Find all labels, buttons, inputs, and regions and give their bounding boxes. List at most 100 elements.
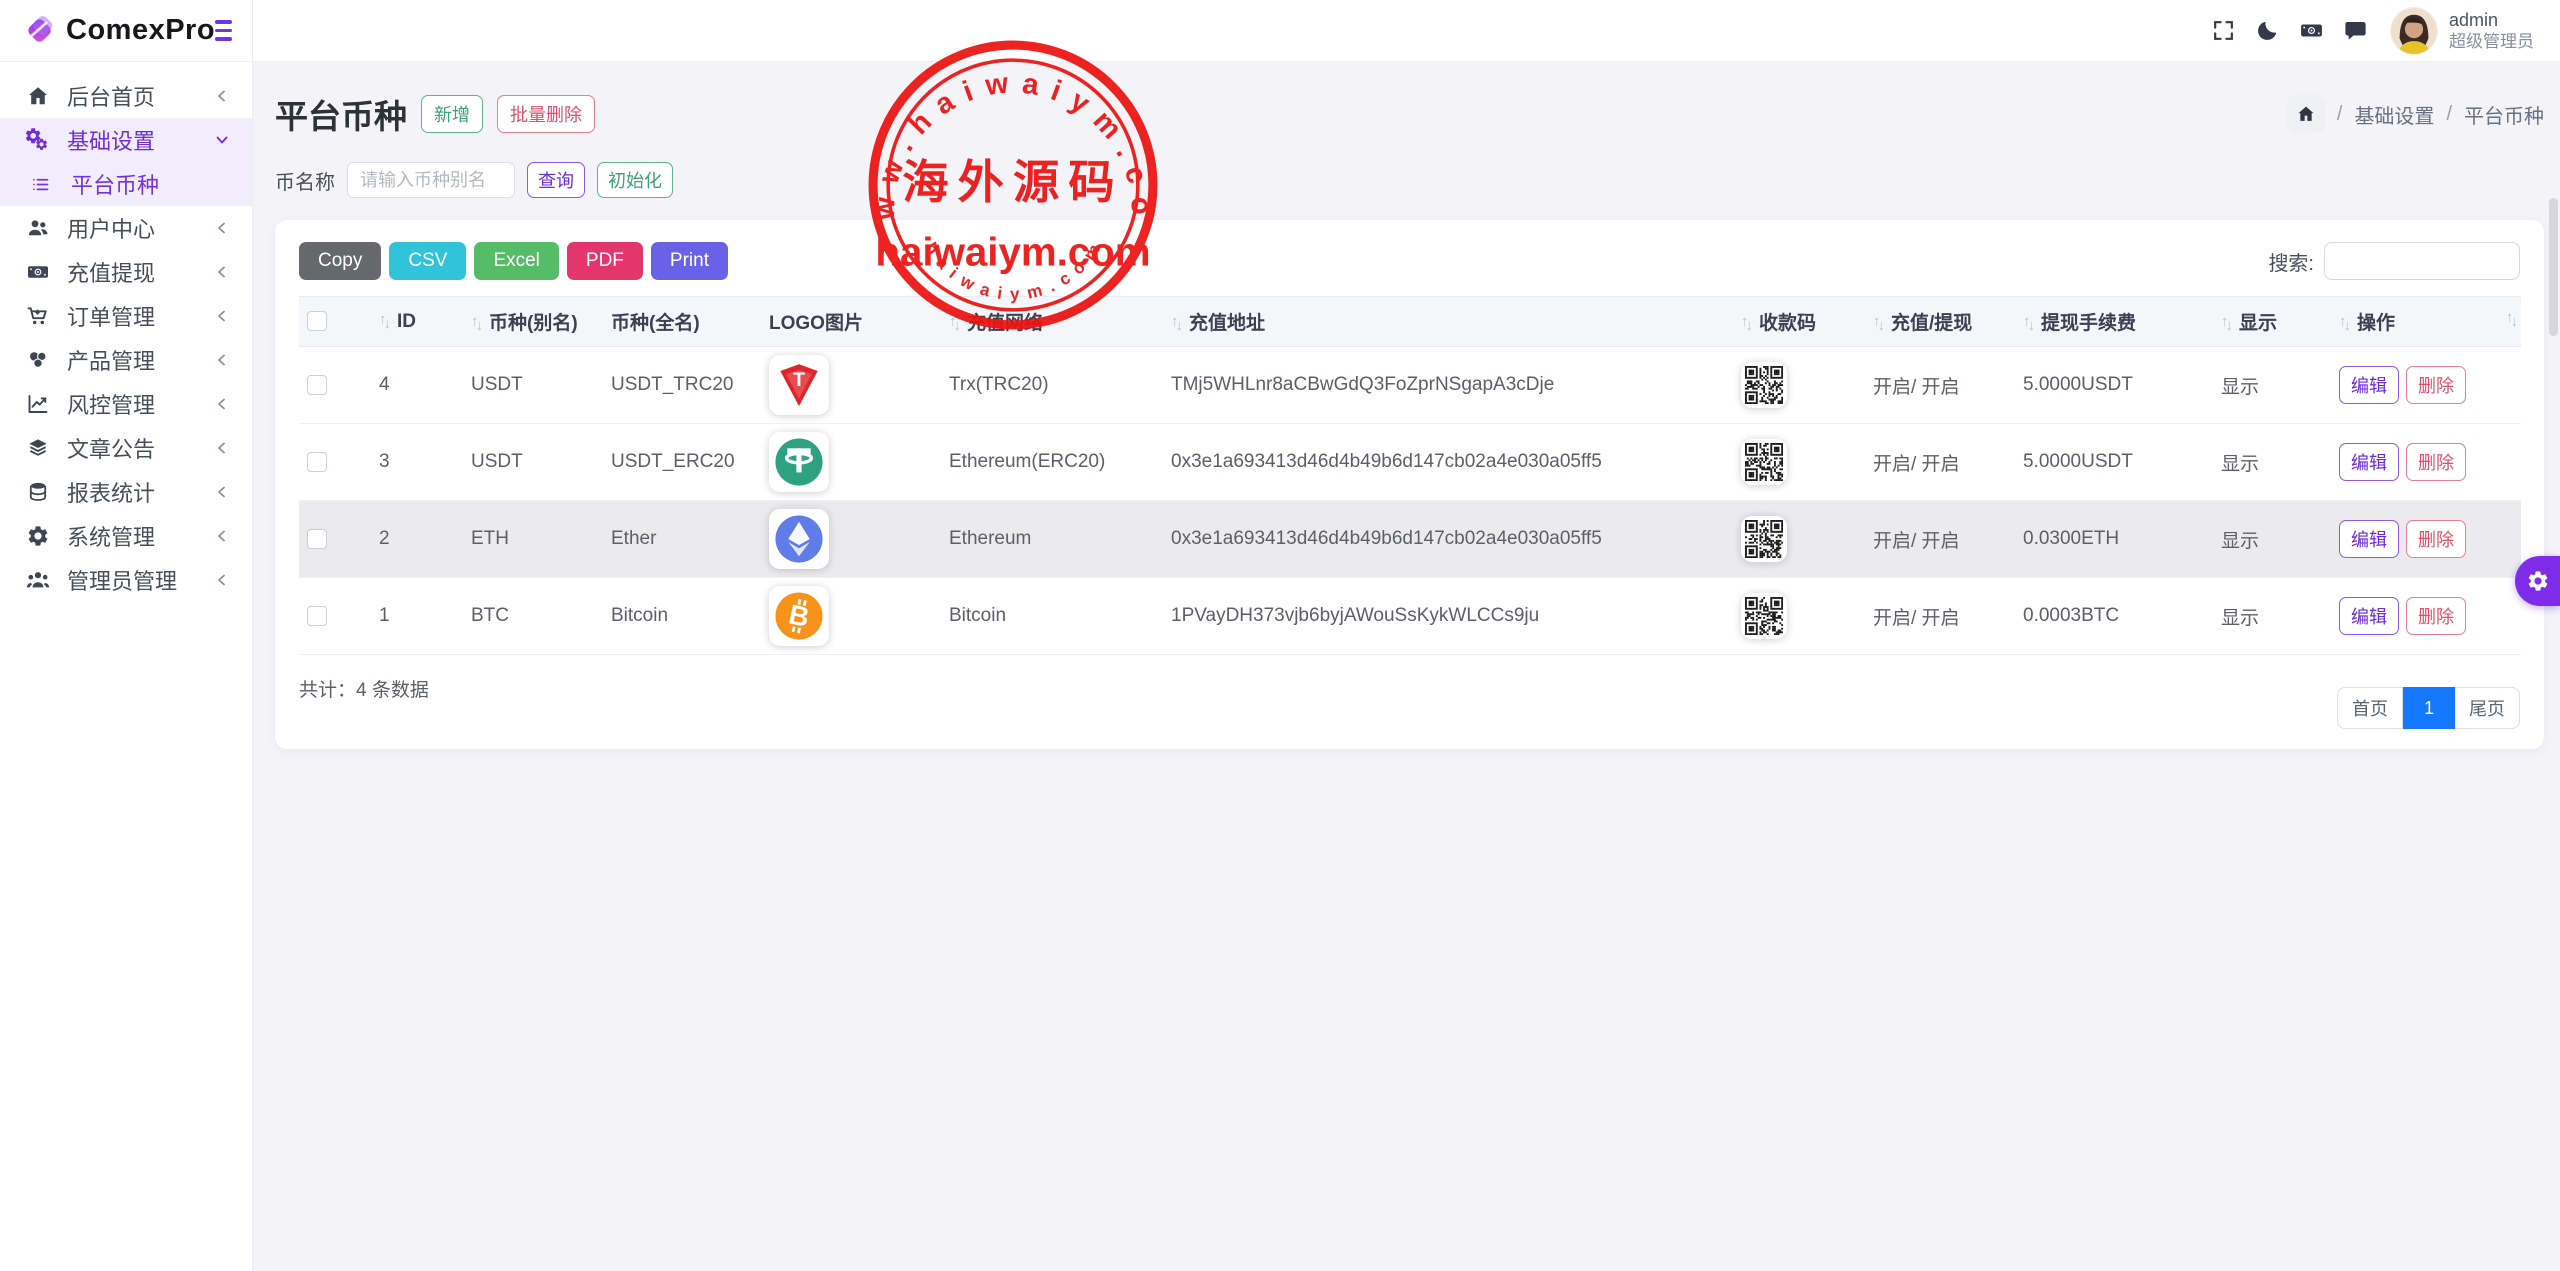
export-print-button[interactable]: Print (651, 242, 728, 280)
sidebar-item-基础设置[interactable]: 基础设置 (0, 118, 252, 162)
sidebar-item-系统管理[interactable]: 系统管理 (0, 514, 252, 558)
export-csv-button[interactable]: CSV (389, 242, 466, 280)
home-icon (26, 83, 52, 109)
breadcrumb-home-icon[interactable] (2287, 95, 2325, 133)
sidebar-item-label: 后台首页 (67, 80, 155, 112)
table-card: CopyCSVExcelPDFPrint 搜索: ↑↓ID↑↓币种(别名)币种(… (275, 220, 2544, 749)
col-header-qr[interactable]: ↑↓收款码 (1733, 297, 1865, 347)
col-header-id[interactable]: ↑↓ID (371, 297, 463, 347)
delete-button[interactable]: 删除 (2406, 443, 2466, 481)
pagination-page-1[interactable]: 1 (2403, 687, 2455, 729)
breadcrumb: / 基础设置 / 平台币种 (2287, 95, 2544, 133)
hamburger-menu-icon[interactable] (215, 15, 232, 46)
sidebar-item-管理员管理[interactable]: 管理员管理 (0, 558, 252, 602)
edit-button[interactable]: 编辑 (2339, 597, 2399, 635)
cell-fee: 0.0003BTC (2015, 578, 2213, 655)
col-header-address[interactable]: ↑↓充值地址 (1163, 297, 1733, 347)
table-search-input[interactable] (2324, 242, 2520, 280)
sidebar-item-产品管理[interactable]: 产品管理 (0, 338, 252, 382)
chat-icon[interactable] (2333, 18, 2377, 43)
sort-icon[interactable]: ↑↓ (949, 315, 958, 332)
cell-fee: 5.0000USDT (2015, 347, 2213, 424)
cell-deposit-withdraw: 开启/ 开启 (1865, 347, 2015, 424)
table-row: 2ETHEtherEthereum0x3e1a693413d46d4b49b6d… (299, 501, 2521, 578)
reset-button[interactable]: 初始化 (597, 162, 673, 198)
query-button[interactable]: 查询 (527, 162, 585, 198)
sidebar-item-风控管理[interactable]: 风控管理 (0, 382, 252, 426)
sidebar-item-充值提现[interactable]: 充值提现 (0, 250, 252, 294)
money-icon[interactable] (2289, 18, 2333, 43)
export-pdf-button[interactable]: PDF (567, 242, 643, 280)
chevron-left-icon (214, 396, 230, 412)
qr-code (1741, 593, 1787, 639)
row-checkbox[interactable] (307, 452, 327, 472)
sidebar-item-文章公告[interactable]: 文章公告 (0, 426, 252, 470)
sidebar-item-label: 平台币种 (71, 168, 159, 200)
sidebar-item-label: 报表统计 (67, 476, 155, 508)
cell-fee: 5.0000USDT (2015, 424, 2213, 501)
coin-name-input[interactable] (347, 162, 515, 198)
gears-icon (26, 127, 52, 153)
page-head: 平台币种 新增 批量删除 / 基础设置 / 平台币种 (275, 62, 2544, 138)
breadcrumb-separator: / (2446, 103, 2452, 126)
sort-icon[interactable]: ↑↓ (2221, 315, 2230, 332)
cell-address: 0x3e1a693413d46d4b49b6d147cb02a4e030a05f… (1163, 424, 1733, 501)
breadcrumb-separator: / (2337, 103, 2343, 126)
breadcrumb-item-settings[interactable]: 基础设置 (2354, 100, 2434, 129)
user-avatar[interactable] (2391, 8, 2437, 54)
cell-address: TMj5WHLnr8aCBwGdQ3FoZprNSgapA3cDje (1163, 347, 1733, 424)
edit-button[interactable]: 编辑 (2339, 443, 2399, 481)
cubes-icon (26, 347, 52, 373)
sort-icon[interactable]: ↑↓ (1171, 315, 1180, 332)
export-buttons: CopyCSVExcelPDFPrint (299, 242, 736, 280)
pagination-last[interactable]: 尾页 (2455, 687, 2520, 729)
batch-delete-button[interactable]: 批量删除 (497, 95, 595, 133)
sort-icon[interactable]: ↑↓ (2023, 315, 2032, 332)
sort-icon[interactable]: ↑↓ (2339, 315, 2348, 332)
edit-button[interactable]: 编辑 (2339, 366, 2399, 404)
sidebar-item-label: 管理员管理 (67, 564, 177, 596)
user-meta[interactable]: admin 超级管理员 (2449, 9, 2542, 53)
scrollbar-thumb[interactable] (2549, 198, 2558, 336)
cell-display: 显示 (2213, 347, 2331, 424)
col-header-alias[interactable]: ↑↓币种(别名) (463, 297, 603, 347)
col-header-depwd[interactable]: ↑↓充值/提现 (1865, 297, 2015, 347)
sort-icon[interactable]: ↑↓ (1741, 315, 1750, 332)
export-excel-button[interactable]: Excel (474, 242, 558, 280)
table-search: 搜索: (2268, 242, 2520, 280)
col-header-fee[interactable]: ↑↓提现手续费 (2015, 297, 2213, 347)
page-title: 平台币种 (275, 90, 407, 138)
edit-button[interactable]: 编辑 (2339, 520, 2399, 558)
floating-settings-button[interactable] (2515, 556, 2560, 606)
delete-button[interactable]: 删除 (2406, 597, 2466, 635)
row-checkbox[interactable] (307, 529, 327, 549)
row-checkbox[interactable] (307, 375, 327, 395)
export-copy-button[interactable]: Copy (299, 242, 381, 280)
sidebar-item-后台首页[interactable]: 后台首页 (0, 74, 252, 118)
add-button[interactable]: 新增 (421, 95, 483, 133)
sort-icon[interactable]: ↑↓ (471, 315, 480, 332)
row-checkbox[interactable] (307, 606, 327, 626)
col-header-display[interactable]: ↑↓显示 (2213, 297, 2331, 347)
fullscreen-icon[interactable] (2201, 18, 2245, 43)
col-header-actions[interactable]: ↑↓操作↑↓ (2331, 297, 2521, 347)
users-icon (26, 215, 52, 241)
sidebar-item-报表统计[interactable]: 报表统计 (0, 470, 252, 514)
select-all-checkbox[interactable] (307, 311, 327, 331)
delete-button[interactable]: 删除 (2406, 520, 2466, 558)
sidebar-item-订单管理[interactable]: 订单管理 (0, 294, 252, 338)
cell-fullname: Ether (603, 501, 761, 578)
pagination-first[interactable]: 首页 (2337, 687, 2403, 729)
sort-icon[interactable]: ↑↓ (379, 313, 388, 330)
col-header-network[interactable]: ↑↓充值网络 (941, 297, 1163, 347)
moon-icon[interactable] (2245, 18, 2289, 43)
cell-id: 1 (371, 578, 463, 655)
delete-button[interactable]: 删除 (2406, 366, 2466, 404)
sidebar-item-用户中心[interactable]: 用户中心 (0, 206, 252, 250)
sort-icon[interactable]: ↑↓ (1873, 315, 1882, 332)
chevron-left-icon (214, 484, 230, 500)
sort-icon[interactable]: ↑↓ (2506, 311, 2515, 328)
col-header-fullname: 币种(全名) (603, 297, 761, 347)
currency-table: ↑↓ID↑↓币种(别名)币种(全名)LOGO图片↑↓充值网络↑↓充值地址↑↓收款… (299, 296, 2521, 655)
sidebar-item-平台币种[interactable]: 平台币种 (0, 162, 252, 206)
